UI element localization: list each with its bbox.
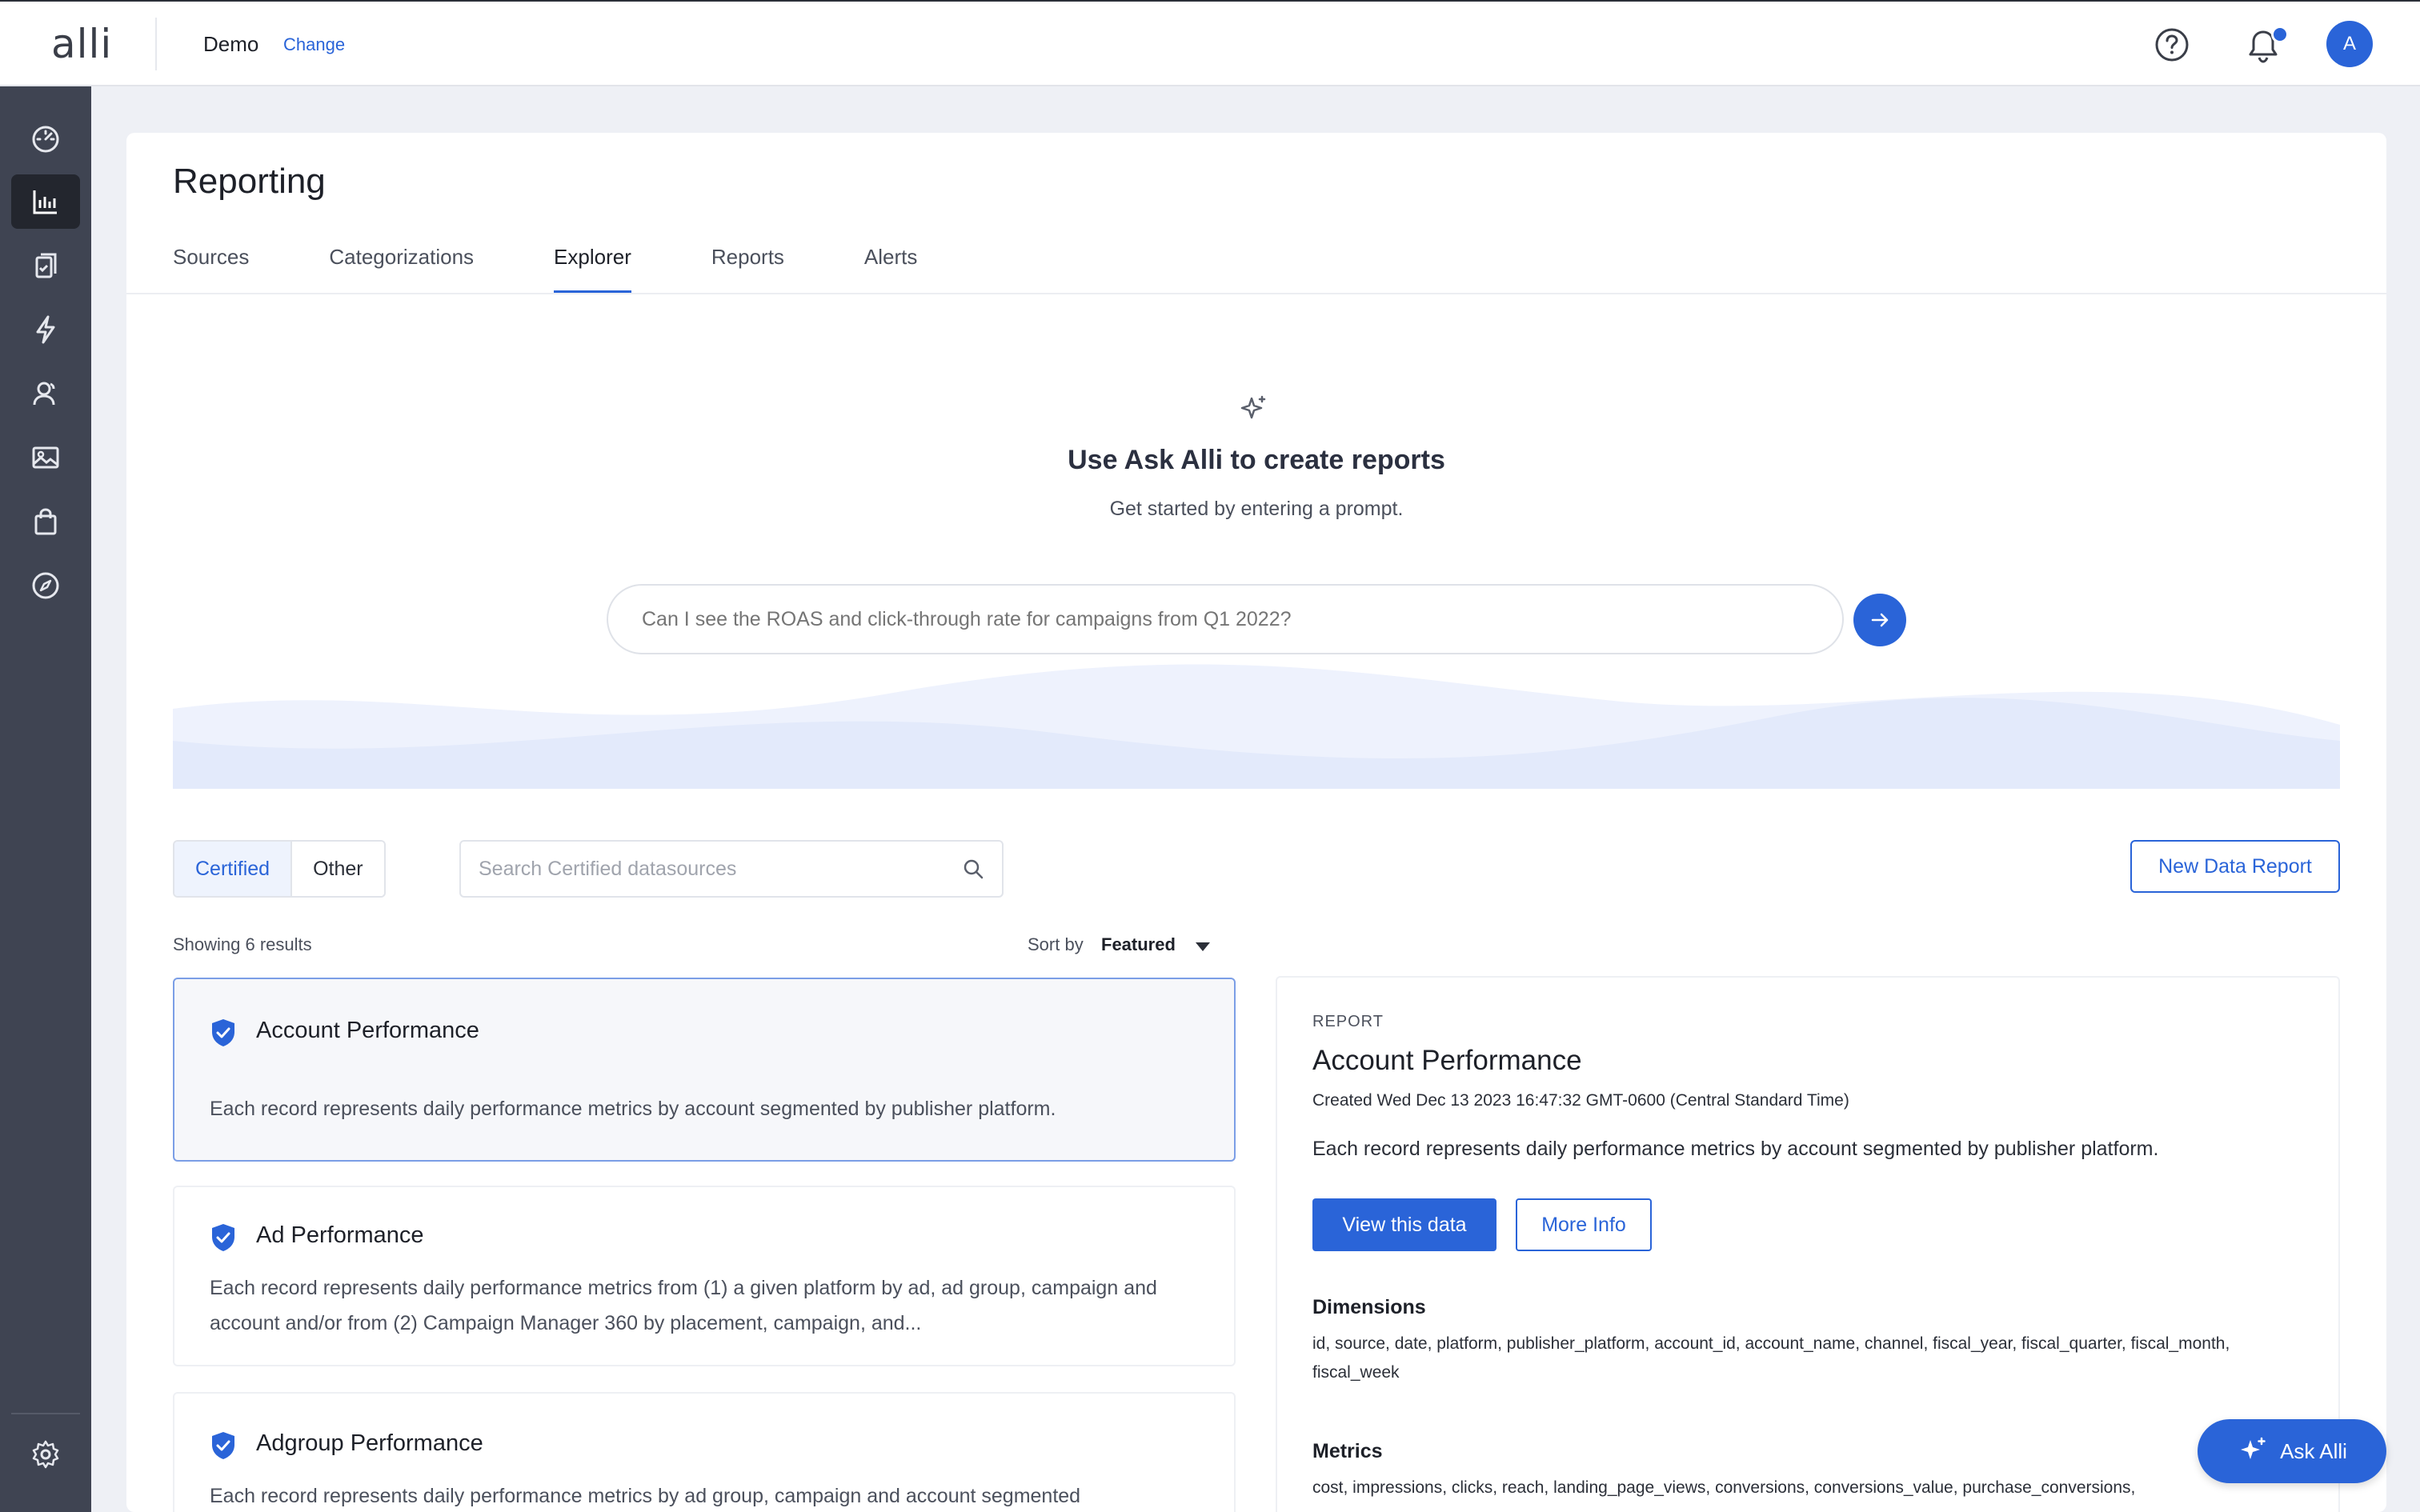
nav-dashboard[interactable] [11,110,80,165]
certified-shield-icon [212,1019,234,1046]
datasource-title: Account Performance [256,1018,479,1043]
detail-title: Account Performance [1312,1045,1582,1076]
datasource-title: Adgroup Performance [256,1430,483,1456]
nav-explore[interactable] [11,558,80,613]
change-org-link[interactable]: Change [283,34,345,55]
shopping-bag-icon [34,508,57,535]
detail-kind-label: REPORT [1312,1013,1384,1030]
chevron-down-icon[interactable] [1196,942,1210,951]
certified-toggle[interactable]: Certified [174,842,293,896]
metrics-heading: Metrics [1312,1440,1383,1462]
bar-chart-icon [33,190,57,214]
nav-tasks[interactable] [11,238,80,293]
ask-alli-label: Ask Alli [2280,1438,2347,1463]
header-divider [155,18,157,70]
certified-shield-icon [212,1224,234,1251]
more-info-button[interactable]: More Info [1516,1198,1652,1251]
datasource-search-input[interactable] [459,840,1004,898]
view-data-button[interactable]: View this data [1312,1198,1496,1251]
sidebar-divider [11,1413,80,1414]
datasource-card[interactable]: Ad Performance Each record represents da… [173,1186,1236,1366]
datasource-card[interactable]: Account Performance Each record represen… [173,978,1236,1162]
gear-icon [32,1440,59,1469]
ask-alli-prompt-input[interactable] [607,584,1844,654]
alli-logo[interactable]: alli [51,21,112,67]
sort-label: Sort by [1028,934,1084,954]
datasource-detail-panel: REPORT Account Performance Created Wed D… [1276,976,2340,1512]
search-icon[interactable] [962,858,984,880]
notification-badge [2271,26,2289,43]
certified-shield-icon [212,1432,234,1459]
tab-sources[interactable]: Sources [173,245,249,293]
datasource-description: Each record represents daily performance… [210,1277,1157,1334]
datasource-type-toggle: Certified Other [173,840,386,898]
nav-settings[interactable] [11,1427,80,1482]
help-icon[interactable] [2154,27,2190,62]
top-bar: alli Demo Change A [0,0,2420,86]
datasource-description: Each record represents daily performance… [210,1485,1081,1507]
new-data-report-button[interactable]: New Data Report [2130,840,2340,893]
submit-prompt-button[interactable] [1853,594,1906,646]
dimensions-list: id, source, date, platform, publisher_pl… [1312,1334,2230,1382]
datasource-title: Ad Performance [256,1222,424,1248]
tabs-divider [126,293,2386,294]
tab-reports[interactable]: Reports [711,245,784,293]
datasource-description: Each record represents daily performance… [210,1098,1056,1120]
other-toggle[interactable]: Other [292,842,384,896]
user-avatar[interactable]: A [2326,21,2373,67]
detail-description: Each record represents daily performance… [1312,1138,2159,1160]
arrow-right-icon [1871,613,1889,627]
datasource-card[interactable]: Adgroup Performance Each record represen… [173,1392,1236,1512]
users-icon [33,382,55,406]
decorative-wave [173,664,2340,789]
sort-dropdown[interactable]: Featured [1101,934,1176,955]
lightning-icon [36,315,55,344]
left-sidebar [0,86,91,1512]
ask-alli-subheading: Get started by entering a prompt. [1109,498,1404,520]
tab-alerts[interactable]: Alerts [864,245,917,293]
compass-icon [32,572,59,599]
tab-explorer[interactable]: Explorer [554,245,631,293]
image-icon [32,446,59,469]
results-count: Showing 6 results [173,934,312,954]
clipboard-icon [35,253,57,278]
dashboard-icon [32,126,59,153]
dimensions-heading: Dimensions [1312,1296,1426,1318]
sparkle-icon [1240,395,1266,419]
nav-audiences[interactable] [11,366,80,421]
ask-alli-button[interactable]: Ask Alli [2198,1419,2386,1483]
tab-categorizations[interactable]: Categorizations [329,245,474,293]
detail-created-date: Created Wed Dec 13 2023 16:47:32 GMT-060… [1312,1091,1849,1110]
metrics-list: cost, impressions, clicks, reach, landin… [1312,1478,2136,1497]
reporting-tabs: Sources Categorizations Explorer Reports… [173,245,997,293]
nav-automations[interactable] [11,302,80,357]
nav-creative[interactable] [11,430,80,485]
ask-alli-heading: Use Ask Alli to create reports [1068,445,1445,475]
reporting-panel: Reporting Sources Categorizations Explor… [126,133,2386,1512]
nav-reporting[interactable] [11,174,80,229]
page-title: Reporting [173,162,326,201]
sparkle-icon [2241,1437,2266,1459]
nav-commerce[interactable] [11,494,80,549]
org-name: Demo [203,32,259,56]
